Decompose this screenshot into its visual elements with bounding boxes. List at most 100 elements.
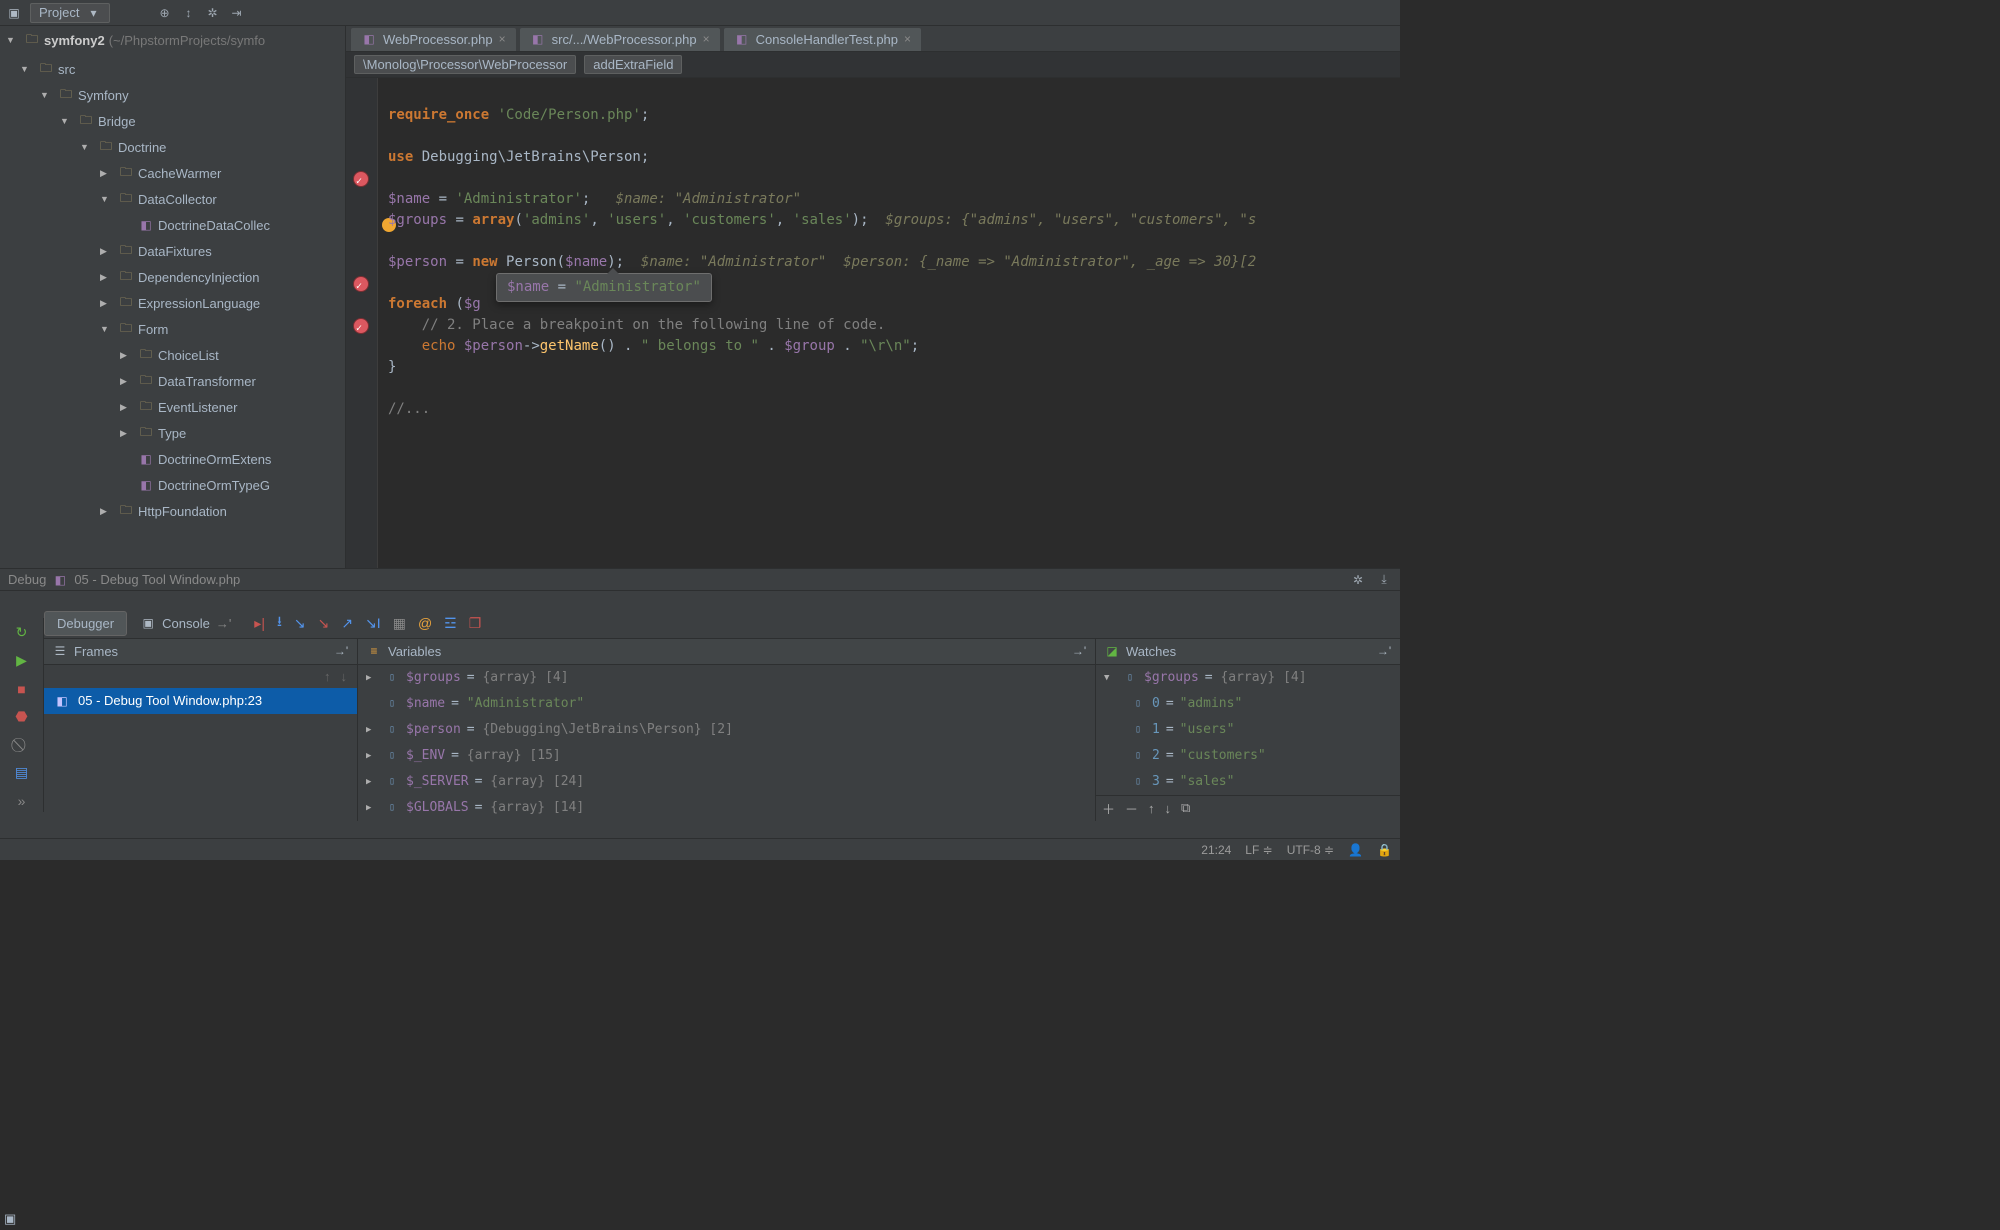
folder-icon: 🗀: [58, 87, 74, 103]
project-dropdown[interactable]: Project ▾: [30, 3, 110, 23]
breadcrumb: \Monolog\Processor\WebProcessor addExtra…: [346, 52, 1400, 78]
tree-item-type[interactable]: ▶🗀Type: [0, 420, 345, 446]
inspection-icon[interactable]: 👤: [1348, 843, 1363, 857]
breakpoint-icon[interactable]: ✓: [353, 276, 369, 292]
tab-debugger[interactable]: Debugger: [44, 611, 127, 636]
close-icon[interactable]: ×: [499, 32, 506, 46]
editor-tab[interactable]: ◧src/.../WebProcessor.php×: [519, 27, 721, 51]
tree-item-expressionlanguage[interactable]: ▶🗀ExpressionLanguage: [0, 290, 345, 316]
editor-tab[interactable]: ◧ConsoleHandlerTest.php×: [723, 27, 922, 51]
pane-menu-icon[interactable]: →': [333, 643, 349, 659]
tree-item-cachewarmer[interactable]: ▶🗀CacheWarmer: [0, 160, 345, 186]
frame-down-icon[interactable]: ↓: [341, 669, 348, 684]
breakpoint-icon[interactable]: ✓: [353, 318, 369, 334]
view-breakpoints-icon[interactable]: ⬣: [11, 706, 33, 728]
variable-row[interactable]: ▶▯$_ENV = {array} [15]: [358, 743, 1095, 769]
tree-item-doctrineormtypeg[interactable]: ◧DoctrineOrmTypeG: [0, 472, 345, 498]
collapse-icon[interactable]: ⇥: [228, 5, 244, 21]
copy-watch-icon[interactable]: ⧉: [1181, 800, 1190, 816]
tree-item-label: Form: [138, 322, 168, 337]
force-step-into-icon[interactable]: ↘: [318, 615, 330, 632]
evaluate-icon[interactable]: ▦: [393, 615, 406, 632]
settings-icon[interactable]: ☲: [444, 615, 457, 632]
tool-window-icon[interactable]: ▣: [4, 1211, 16, 1227]
tree-item-src[interactable]: ▼🗀src: [0, 56, 345, 82]
tree-item-eventlistener[interactable]: ▶🗀EventListener: [0, 394, 345, 420]
tree-item-form[interactable]: ▼🗀Form: [0, 316, 345, 342]
project-tree: ▼🗀src▼🗀Symfony▼🗀Bridge▼🗀Doctrine▶🗀CacheW…: [0, 54, 345, 526]
tree-item-httpfoundation[interactable]: ▶🗀HttpFoundation: [0, 498, 345, 524]
stack-frame[interactable]: ◧ 05 - Debug Tool Window.php:23: [44, 688, 357, 714]
tree-arrow-icon: ▼: [60, 116, 74, 126]
stop-icon[interactable]: ■: [11, 678, 33, 700]
tree-item-datacollector[interactable]: ▼🗀DataCollector: [0, 186, 345, 212]
tree-item-datafixtures[interactable]: ▶🗀DataFixtures: [0, 238, 345, 264]
variable-row[interactable]: ▯$name = "Administrator": [358, 691, 1095, 717]
step-into-icon[interactable]: ↘: [294, 615, 306, 632]
watches-pane: ◪ Watches →' ▼▯$groups = {array} [4]▯0 =…: [1096, 639, 1400, 821]
close-icon[interactable]: ×: [904, 32, 911, 46]
tree-item-dependencyinjection[interactable]: ▶🗀DependencyInjection: [0, 264, 345, 290]
variables-pane: ≡ Variables →' ▶▯$groups = {array} [4]▯$…: [358, 639, 1096, 821]
close-icon[interactable]: ×: [703, 32, 710, 46]
add-watch-icon[interactable]: ＋: [1102, 799, 1115, 818]
tree-item-bridge[interactable]: ▼🗀Bridge: [0, 108, 345, 134]
file-encoding[interactable]: UTF-8 ≑: [1287, 843, 1334, 857]
line-ending[interactable]: LF ≑: [1245, 843, 1272, 857]
tree-item-doctrine[interactable]: ▼🗀Doctrine: [0, 134, 345, 160]
watch-root[interactable]: ▼▯$groups = {array} [4]: [1096, 665, 1400, 691]
step-over-icon[interactable]: ⭳: [277, 611, 282, 635]
lock-icon[interactable]: 🔒: [1377, 843, 1392, 857]
watch-item[interactable]: ▯2 = "customers": [1096, 743, 1400, 769]
breadcrumb-path[interactable]: \Monolog\Processor\WebProcessor: [354, 55, 576, 74]
pane-menu-icon[interactable]: →': [1376, 643, 1392, 659]
layout-icon[interactable]: ▤: [11, 762, 33, 784]
watch-item[interactable]: ▯0 = "admins": [1096, 691, 1400, 717]
step-out-icon[interactable]: ↗: [341, 615, 353, 632]
editor-tab[interactable]: ◧WebProcessor.php×: [350, 27, 517, 51]
remove-watch-icon[interactable]: －: [1125, 799, 1138, 818]
tree-item-label: DoctrineOrmTypeG: [158, 478, 270, 493]
watch-item[interactable]: ▯3 = "sales": [1096, 769, 1400, 795]
watches-toolbar: ＋ － ↑ ↓ ⧉: [1096, 795, 1400, 821]
mute-breakpoints-icon[interactable]: ⃠: [11, 734, 33, 756]
watch-item[interactable]: ▯1 = "users": [1096, 717, 1400, 743]
frames-icon: ☰: [52, 643, 68, 659]
variables-icon: ≡: [366, 643, 382, 659]
tab-console[interactable]: ▣ Console →': [127, 610, 244, 636]
tab-label: WebProcessor.php: [383, 32, 493, 47]
more-icon[interactable]: »: [11, 790, 33, 812]
minimize-icon[interactable]: ⤓: [1376, 572, 1392, 588]
show-exec-point-icon[interactable]: ▸|: [254, 615, 265, 632]
pin-icon[interactable]: ❐: [469, 615, 482, 632]
at-icon[interactable]: @: [418, 615, 432, 631]
frame-up-icon[interactable]: ↑: [324, 669, 331, 684]
project-root[interactable]: ▼ 🗀 symfony2 (~/PhpstormProjects/symfo: [0, 26, 345, 54]
php-file-icon: ◧: [138, 217, 154, 233]
variable-row[interactable]: ▶▯$person = {Debugging\JetBrains\Person}…: [358, 717, 1095, 743]
gear-icon[interactable]: ✲: [204, 5, 220, 21]
pane-menu-icon[interactable]: →': [1071, 643, 1087, 659]
breakpoint-icon[interactable]: ✓: [353, 171, 369, 187]
gear-icon[interactable]: ✲: [1350, 572, 1366, 588]
var-icon: ▯: [384, 800, 400, 816]
variable-row[interactable]: ▶▯$_SERVER = {array} [24]: [358, 769, 1095, 795]
tree-item-choicelist[interactable]: ▶🗀ChoiceList: [0, 342, 345, 368]
locate-icon[interactable]: ⊕: [156, 5, 172, 21]
code-editor[interactable]: ✓ ✓ ✓ require_once 'Code/Person.php'; us…: [346, 78, 1400, 568]
tree-item-doctrineormextens[interactable]: ◧DoctrineOrmExtens: [0, 446, 345, 472]
tree-item-symfony[interactable]: ▼🗀Symfony: [0, 82, 345, 108]
rerun-icon[interactable]: ↻: [11, 622, 33, 644]
frames-title: Frames: [74, 644, 118, 659]
watch-up-icon[interactable]: ↑: [1148, 801, 1155, 816]
watch-down-icon[interactable]: ↓: [1165, 801, 1172, 816]
resume-icon[interactable]: ▶: [11, 650, 33, 672]
expand-icon[interactable]: ↕: [180, 5, 196, 21]
run-to-cursor-icon[interactable]: ↘I: [365, 615, 381, 632]
variable-row[interactable]: ▶▯$groups = {array} [4]: [358, 665, 1095, 691]
tree-item-doctrinedatacollec[interactable]: ◧DoctrineDataCollec: [0, 212, 345, 238]
variable-row[interactable]: ▶▯$GLOBALS = {array} [14]: [358, 795, 1095, 821]
tree-item-datatransformer[interactable]: ▶🗀DataTransformer: [0, 368, 345, 394]
tree-arrow-icon: ▶: [120, 428, 134, 439]
breadcrumb-method[interactable]: addExtraField: [584, 55, 682, 74]
